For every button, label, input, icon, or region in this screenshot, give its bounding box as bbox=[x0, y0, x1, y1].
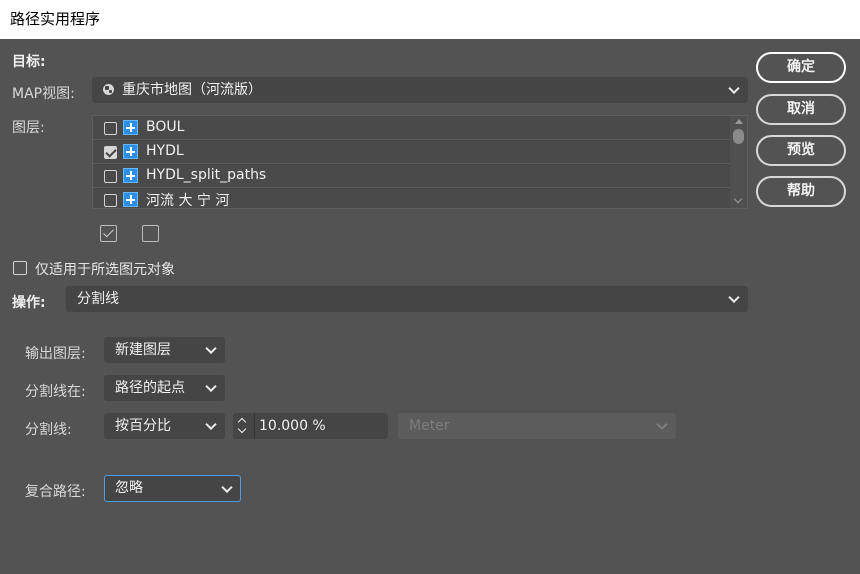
map-view-label: MAP视图: bbox=[12, 86, 75, 102]
layer-list[interactable]: BOUL HYDL HYDL_split_paths 河流 大 宁 河 bbox=[92, 115, 748, 209]
compound-path-dropdown[interactable]: 忽略 bbox=[104, 475, 241, 502]
layer-row-boul[interactable]: BOUL bbox=[93, 116, 731, 140]
select-all-button[interactable] bbox=[100, 225, 117, 242]
chevron-down-icon bbox=[205, 380, 217, 393]
layer-name: 河流 大 宁 河 bbox=[146, 193, 230, 209]
window-title: 路径实用程序 bbox=[0, 0, 860, 39]
split-by-dropdown[interactable]: 按百分比 bbox=[104, 413, 225, 439]
only-selected-checkbox[interactable] bbox=[13, 261, 27, 275]
globe-icon bbox=[103, 84, 114, 95]
layer-checkbox-hydl-split-paths[interactable] bbox=[104, 170, 117, 183]
layer-checkbox-river[interactable] bbox=[104, 194, 117, 207]
layer-name: HYDL bbox=[146, 143, 184, 159]
chevron-down-icon bbox=[728, 82, 740, 95]
split-at-value: 路径的起点 bbox=[115, 380, 185, 396]
layer-checkbox-boul[interactable] bbox=[104, 122, 117, 135]
percent-input[interactable]: 10.000 % bbox=[254, 413, 388, 439]
layer-checkbox-hydl[interactable] bbox=[104, 146, 117, 159]
operation-label: 操作: bbox=[12, 295, 46, 311]
layers-label: 图层: bbox=[12, 120, 45, 136]
stepper-down-icon[interactable] bbox=[237, 424, 247, 434]
line-layer-icon bbox=[123, 144, 138, 159]
cancel-button[interactable]: 取消 bbox=[756, 94, 846, 125]
chevron-down-icon bbox=[221, 481, 233, 493]
split-at-dropdown[interactable]: 路径的起点 bbox=[104, 375, 225, 401]
unit-dropdown: Meter bbox=[398, 413, 676, 439]
output-layer-dropdown[interactable]: 新建图层 bbox=[104, 337, 225, 363]
layer-name: HYDL_split_paths bbox=[146, 167, 267, 183]
compound-path-value: 忽略 bbox=[115, 480, 143, 496]
percent-stepper[interactable] bbox=[233, 413, 254, 439]
split-by-label: 分割线: bbox=[25, 422, 72, 438]
chevron-down-icon bbox=[656, 418, 668, 431]
compound-path-label: 复合路径: bbox=[25, 484, 86, 500]
layer-name: BOUL bbox=[146, 119, 185, 135]
map-view-value: 重庆市地图（河流版） bbox=[122, 82, 262, 98]
chevron-down-icon bbox=[205, 342, 217, 355]
chevron-down-icon bbox=[728, 291, 740, 304]
operation-dropdown[interactable]: 分割线 bbox=[66, 286, 748, 312]
layer-row-hydl[interactable]: HYDL bbox=[93, 140, 731, 164]
layer-row-hydl-split-paths[interactable]: HYDL_split_paths bbox=[93, 164, 731, 188]
only-selected-label: 仅适用于所选图元对象 bbox=[35, 262, 175, 278]
help-button[interactable]: 帮助 bbox=[756, 176, 846, 207]
preview-button[interactable]: 预览 bbox=[756, 135, 846, 166]
map-view-dropdown[interactable]: 重庆市地图（河流版） bbox=[92, 77, 748, 103]
line-layer-icon bbox=[123, 120, 138, 135]
output-layer-value: 新建图层 bbox=[115, 342, 171, 358]
operation-value: 分割线 bbox=[77, 291, 119, 307]
split-at-label: 分割线在: bbox=[25, 384, 86, 400]
unit-value: Meter bbox=[409, 418, 450, 434]
line-layer-icon bbox=[123, 192, 138, 207]
line-layer-icon bbox=[123, 168, 138, 183]
chevron-down-icon bbox=[205, 418, 217, 431]
split-by-value: 按百分比 bbox=[115, 418, 171, 434]
select-none-button[interactable] bbox=[142, 225, 159, 242]
target-label: 目标: bbox=[12, 54, 46, 70]
ok-button[interactable]: 确定 bbox=[756, 52, 846, 83]
output-layer-label: 输出图层: bbox=[25, 346, 86, 362]
scroll-up-icon[interactable] bbox=[735, 119, 743, 124]
layer-row-river[interactable]: 河流 大 宁 河 bbox=[93, 188, 731, 209]
scrollbar-thumb[interactable] bbox=[733, 129, 744, 144]
layer-list-scrollbar[interactable] bbox=[730, 116, 747, 208]
scroll-down-icon[interactable] bbox=[733, 194, 743, 204]
